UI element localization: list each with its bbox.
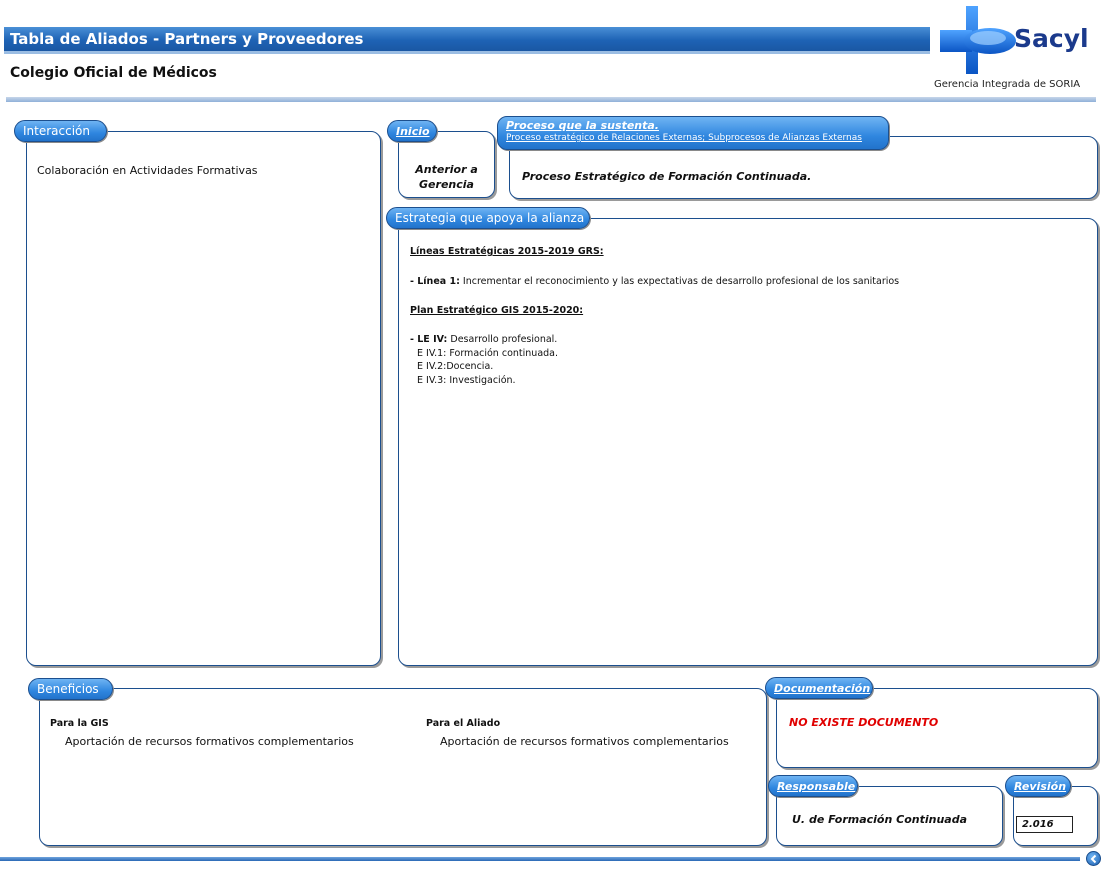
inicio-line1: Anterior a: [415, 163, 478, 176]
documentacion-tab: Documentación: [765, 677, 873, 699]
beneficios-aliado-label: Para el Aliado: [426, 718, 501, 729]
linea-1-label: - Línea 1:: [410, 276, 460, 287]
inicio-tab: Inicio: [387, 120, 437, 142]
beneficios-aliado-text: Aportación de recursos formativos comple…: [440, 735, 729, 748]
proceso-text: Proceso Estratégico de Formación Continu…: [522, 170, 812, 183]
back-arrow-icon: [1090, 854, 1097, 864]
interaccion-tab: Interacción: [14, 120, 107, 142]
header-divider: [6, 97, 1096, 102]
estrategia-heading-plan: Plan Estratégico GIS 2015-2020:: [410, 305, 584, 316]
le-iv-text: Desarrollo profesional.: [447, 334, 558, 345]
title-underline: [4, 51, 930, 54]
sacyl-cross-logo-icon: [940, 6, 1016, 74]
beneficios-gis-text: Aportación de recursos formativos comple…: [65, 735, 354, 748]
estrategia-le-list: - LE IV: Desarrollo profesional. E IV.1:…: [410, 333, 558, 387]
estrategia-tab: Estrategia que apoya la alianza: [386, 207, 590, 229]
le-item: E IV.2:Docencia.: [417, 361, 494, 372]
le-item: E IV.1: Formación continuada.: [417, 347, 559, 359]
inicio-value: Anterior a Gerencia: [398, 162, 495, 192]
responsable-text: U. de Formación Continuada: [792, 813, 968, 826]
inicio-line2: Gerencia: [419, 178, 474, 191]
proceso-tab-subtitle: Proceso estratégico de Relaciones Extern…: [506, 133, 862, 143]
documentacion-text: NO EXISTE DOCUMENTO: [789, 716, 939, 729]
estrategia-heading-lineas: Líneas Estratégicas 2015-2019 GRS:: [410, 246, 604, 257]
revision-value: 2.016: [1016, 816, 1073, 833]
le-iv-label: - LE IV:: [410, 334, 448, 345]
proceso-tab-title: Proceso que la sustenta.: [506, 119, 659, 132]
interaccion-panel: [26, 131, 381, 666]
le-iv-line: - LE IV: Desarrollo profesional.: [410, 333, 558, 347]
revision-tab: Revisión: [1005, 775, 1071, 797]
le-item: E IV.3: Investigación.: [417, 374, 516, 386]
logo-brand-text: Sacyl: [1014, 24, 1089, 53]
beneficios-gis-label: Para la GIS: [50, 718, 109, 729]
logo-caption: Gerencia Integrada de SORIA: [934, 79, 1081, 90]
footer-divider: [0, 857, 1080, 861]
page-title-bar: Tabla de Aliados - Partners y Proveedore…: [4, 27, 930, 51]
page-subtitle: Colegio Oficial de Médicos: [10, 65, 217, 81]
beneficios-panel: [39, 688, 767, 846]
linea-1-text: Incrementar el reconocimiento y las expe…: [459, 276, 900, 287]
estrategia-linea-1: - Línea 1: Incrementar el reconocimiento…: [410, 276, 899, 287]
interaccion-text: Colaboración en Actividades Formativas: [37, 164, 258, 177]
back-button[interactable]: [1086, 851, 1101, 866]
page-title: Tabla de Aliados - Partners y Proveedore…: [10, 30, 364, 48]
proceso-tab: Proceso que la sustenta. Proceso estraté…: [497, 116, 889, 150]
responsable-tab: Responsable: [768, 775, 858, 797]
beneficios-tab: Beneficios: [28, 678, 113, 700]
